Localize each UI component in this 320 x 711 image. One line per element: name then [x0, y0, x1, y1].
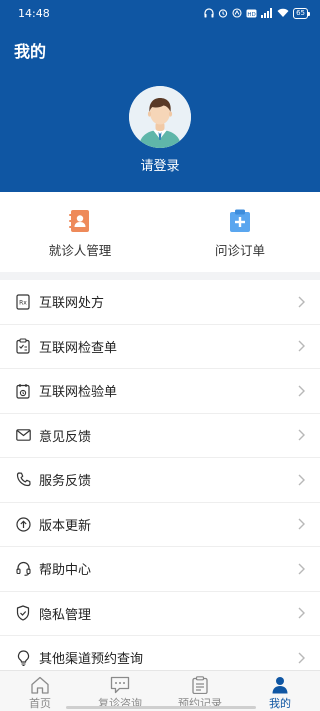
chevron-right-icon — [298, 340, 305, 352]
settings-menu: Rx 互联网处方 互联网检查单 互联网检验单 意见反馈 服务反馈 版本更新 帮助… — [0, 280, 320, 681]
menu-item-version-update[interactable]: 版本更新 — [0, 503, 320, 547]
chevron-right-icon — [298, 429, 305, 441]
shield-icon — [15, 605, 31, 621]
record-icon — [192, 676, 208, 694]
menu-item-label: 服务反馈 — [39, 474, 92, 490]
headphones-icon — [204, 8, 214, 18]
consultation-orders-label: 问诊订单 — [214, 243, 265, 258]
menu-item-help-center[interactable]: 帮助中心 — [0, 547, 320, 592]
menu-item-lab-order[interactable]: 互联网检验单 — [0, 369, 320, 414]
hd-icon: HD — [246, 9, 257, 17]
bulb-icon — [15, 650, 31, 666]
menu-item-label: 互联网处方 — [39, 296, 105, 312]
status-icons: HD 65 — [204, 7, 310, 19]
chevron-right-icon — [298, 607, 305, 619]
alarm-icon — [218, 9, 228, 18]
consultation-orders-button[interactable]: 问诊订单 — [160, 192, 320, 272]
upgrade-icon — [15, 516, 31, 532]
checklist-icon — [15, 338, 31, 354]
svg-text:Rx: Rx — [19, 299, 27, 306]
phone-icon — [15, 472, 31, 488]
menu-item-prescription[interactable]: Rx 互联网处方 — [0, 280, 320, 325]
network-speed-icon — [232, 8, 242, 18]
chevron-right-icon — [298, 518, 305, 530]
profile-header: 14:48 HD 65 我的 请登录 — [0, 0, 320, 192]
tab-home-label: 首页 — [29, 697, 51, 710]
menu-item-feedback[interactable]: 意见反馈 — [0, 414, 320, 458]
doctor-avatar-icon — [129, 86, 191, 148]
battery-indicator: 65 — [293, 7, 310, 19]
svg-text:HD: HD — [247, 11, 255, 17]
status-bar: 14:48 HD 65 — [0, 0, 320, 26]
tab-home[interactable]: 首页 — [0, 671, 80, 711]
menu-item-label: 帮助中心 — [39, 563, 92, 579]
chevron-right-icon — [298, 385, 305, 397]
menu-item-label: 版本更新 — [39, 518, 92, 534]
mail-icon — [15, 427, 31, 443]
login-prompt[interactable]: 请登录 — [0, 155, 320, 174]
chevron-right-icon — [298, 652, 305, 664]
status-time: 14:48 — [18, 6, 50, 20]
page-title: 我的 — [14, 42, 47, 61]
menu-item-exam-order[interactable]: 互联网检查单 — [0, 325, 320, 369]
menu-item-service-feedback[interactable]: 服务反馈 — [0, 458, 320, 503]
prescription-icon: Rx — [15, 294, 31, 310]
headset-icon — [15, 561, 31, 577]
chat-icon — [110, 676, 130, 694]
quick-actions: 就诊人管理 问诊订单 — [0, 192, 320, 272]
menu-item-privacy[interactable]: 隐私管理 — [0, 592, 320, 636]
wifi-icon — [277, 8, 289, 17]
patient-management-button[interactable]: 就诊人管理 — [0, 192, 160, 272]
chevron-right-icon — [298, 563, 305, 575]
patient-management-label: 就诊人管理 — [48, 243, 112, 258]
contacts-icon — [69, 210, 89, 232]
user-icon — [272, 677, 288, 694]
menu-item-label: 互联网检验单 — [39, 385, 118, 401]
tab-mine[interactable]: 我的 — [240, 671, 320, 711]
home-icon — [31, 676, 49, 694]
signal-icon — [261, 8, 273, 18]
menu-item-label: 互联网检查单 — [39, 340, 118, 356]
clipboard-plus-icon — [230, 209, 250, 232]
tab-appointment-records[interactable]: 预约记录 — [160, 671, 240, 711]
menu-item-label: 隐私管理 — [39, 607, 92, 623]
menu-item-label: 其他渠道预约查询 — [39, 652, 144, 668]
menu-item-label: 意见反馈 — [39, 429, 92, 445]
home-indicator[interactable] — [66, 706, 256, 709]
tab-follow-up-consult[interactable]: 复诊咨询 — [80, 671, 160, 711]
test-report-icon — [15, 383, 31, 399]
tab-mine-label: 我的 — [269, 697, 291, 710]
chevron-right-icon — [298, 474, 305, 486]
chevron-right-icon — [298, 296, 305, 308]
avatar[interactable] — [129, 86, 191, 148]
bottom-tab-bar: 首页 复诊咨询 预约记录 我的 — [0, 670, 320, 711]
